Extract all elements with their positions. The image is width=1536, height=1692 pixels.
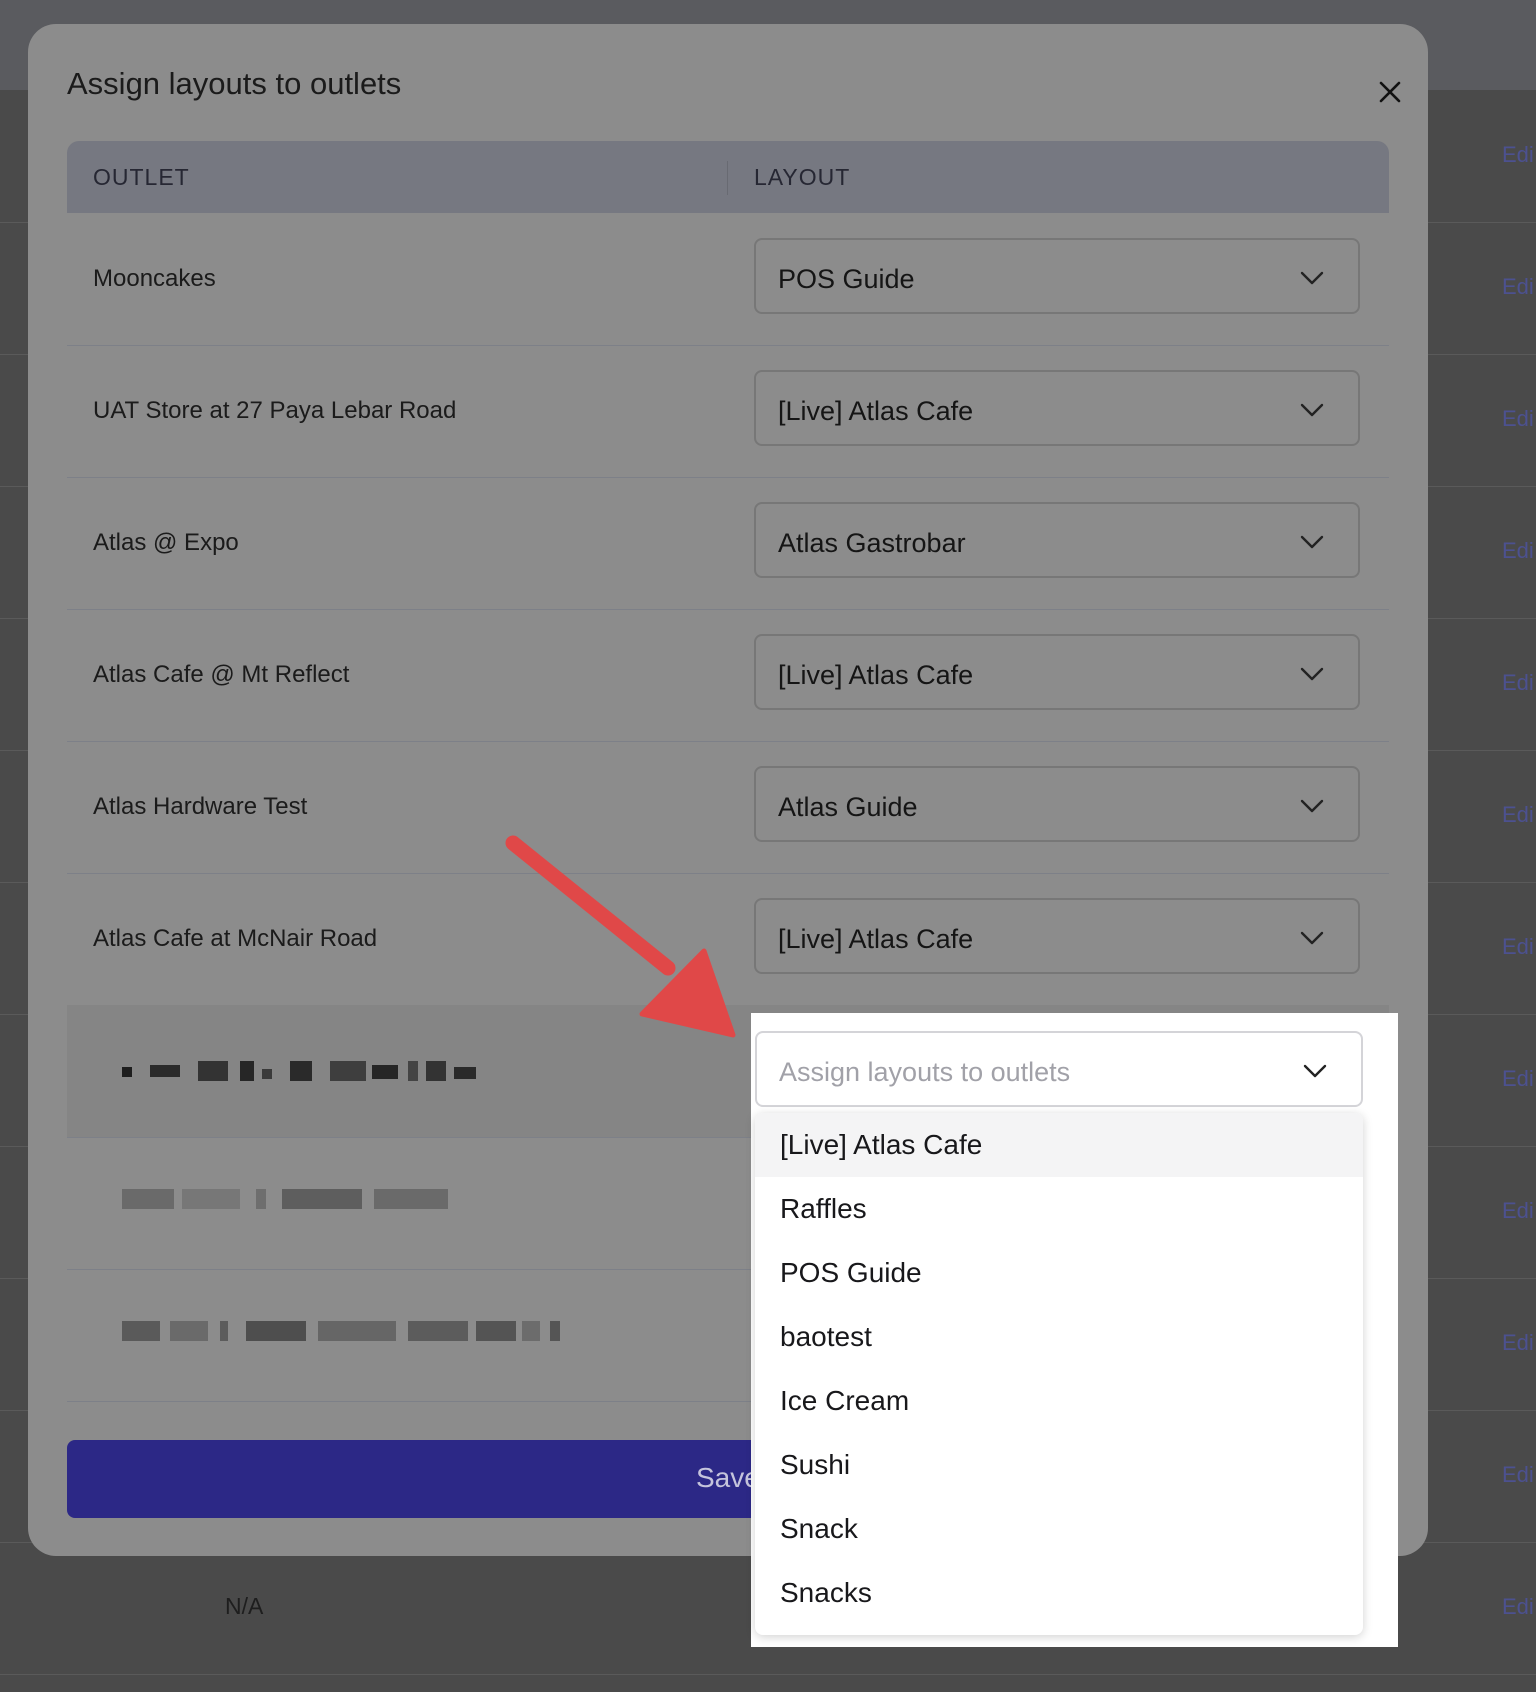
dropdown-option[interactable]: Snack	[755, 1497, 1363, 1561]
dropdown-option[interactable]: Raffles	[755, 1177, 1363, 1241]
dropdown-option[interactable]: Ice Cream	[755, 1369, 1363, 1433]
dropdown-option[interactable]: Snacks	[755, 1561, 1363, 1625]
layout-select-active[interactable]: Assign layouts to outlets	[755, 1031, 1363, 1107]
dropdown-option[interactable]: baotest	[755, 1305, 1363, 1369]
dropdown-option[interactable]: [Live] Atlas Cafe	[755, 1113, 1363, 1177]
layout-select-placeholder: Assign layouts to outlets	[779, 1057, 1071, 1087]
layout-dropdown: Assign layouts to outlets [Live] Atlas C…	[751, 1013, 1398, 1647]
dropdown-options: [Live] Atlas Cafe Raffles POS Guide baot…	[755, 1113, 1363, 1635]
dropdown-option[interactable]: POS Guide	[755, 1241, 1363, 1305]
dropdown-option[interactable]: Sushi	[755, 1433, 1363, 1497]
chevron-down-icon	[1303, 1064, 1327, 1078]
